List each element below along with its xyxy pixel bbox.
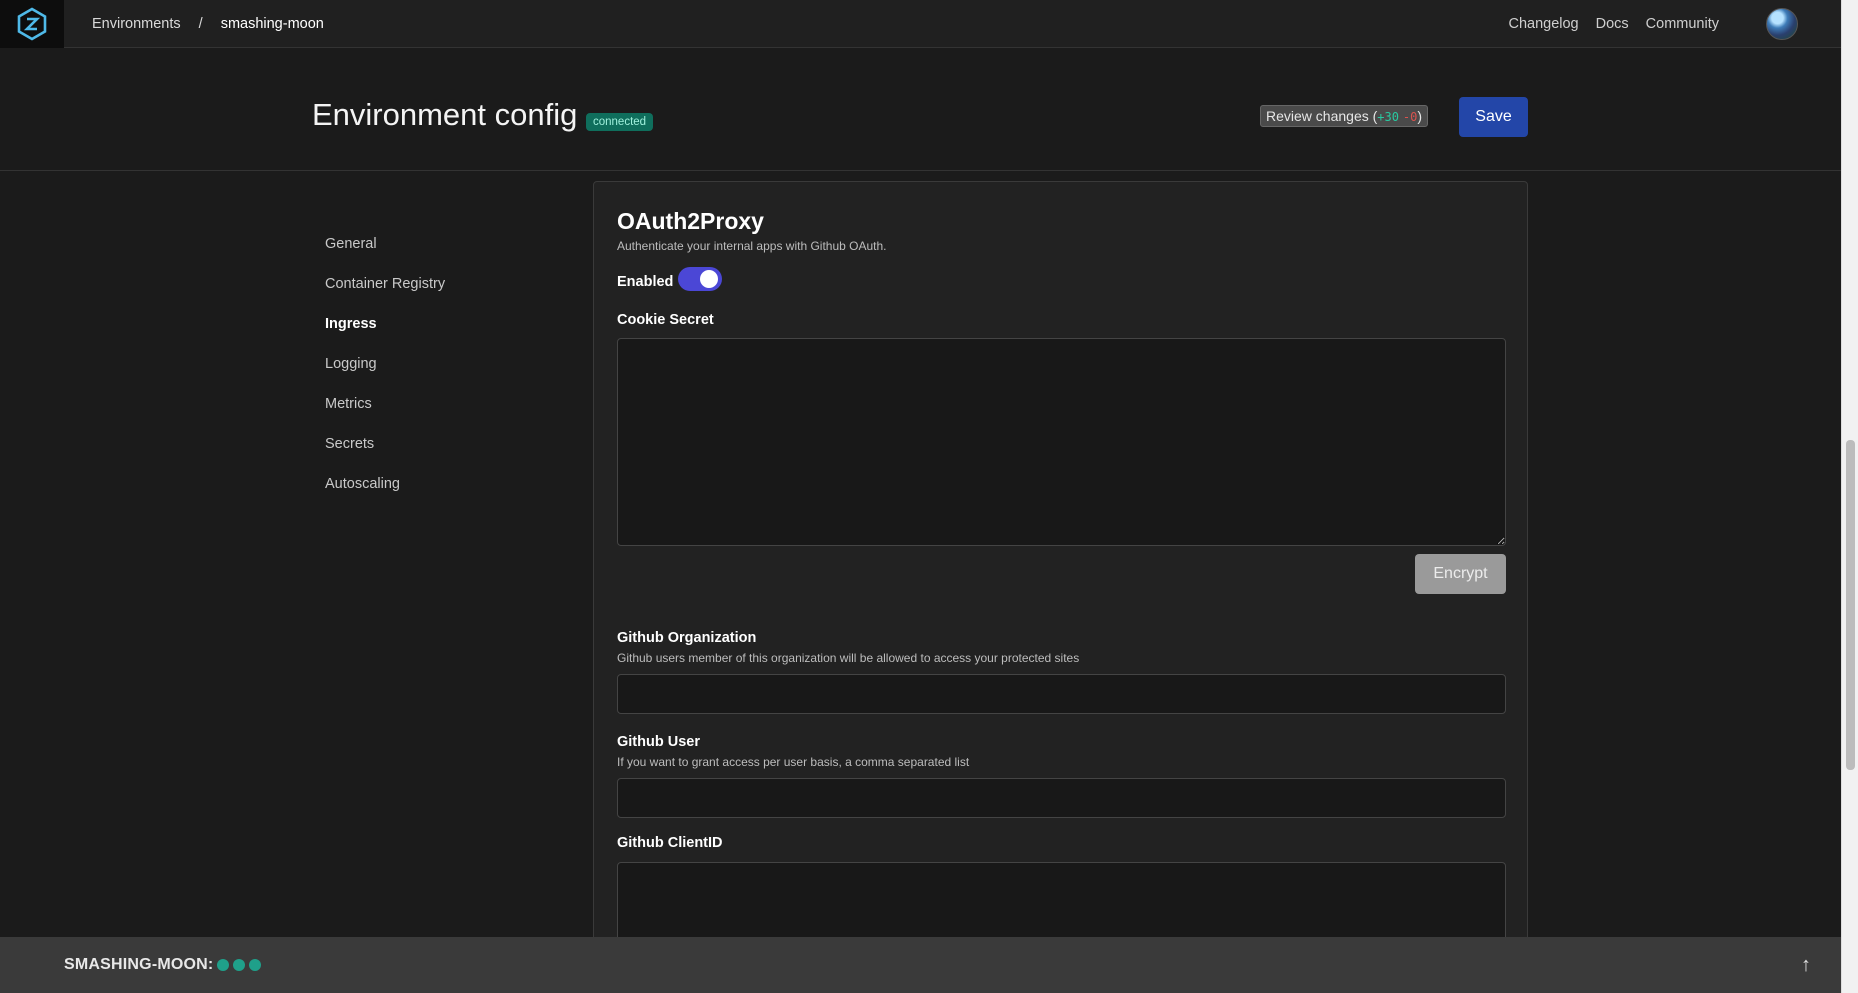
- docs-link[interactable]: Docs: [1596, 16, 1629, 32]
- cookie-secret-label: Cookie Secret: [617, 312, 714, 328]
- page-scrollbar[interactable]: [1841, 0, 1858, 993]
- card-title: OAuth2Proxy: [617, 208, 764, 234]
- enabled-label: Enabled: [617, 274, 674, 290]
- github-organization-hint: Github users member of this organization…: [617, 651, 1080, 665]
- encrypt-button[interactable]: Encrypt: [1415, 554, 1506, 594]
- status-dot: [249, 959, 262, 971]
- enabled-toggle[interactable]: [678, 267, 722, 291]
- review-changes-label: Review changes (: [1266, 108, 1378, 124]
- github-clientid-label: Github ClientID: [617, 835, 723, 851]
- config-sidebar: General Container Registry Ingress Loggi…: [325, 230, 445, 510]
- breadcrumb-current-environment[interactable]: smashing-moon: [221, 16, 324, 32]
- removed-count: -0: [1402, 110, 1418, 124]
- save-button[interactable]: Save: [1459, 97, 1528, 137]
- status-dots: [217, 959, 265, 971]
- top-nav: Environments / smashing-moon Changelog D…: [0, 0, 1841, 48]
- status-dot: [217, 959, 230, 971]
- card-description: Authenticate your internal apps with Git…: [617, 239, 887, 253]
- breadcrumb: Environments / smashing-moon: [92, 16, 324, 32]
- sidebar-item-secrets[interactable]: Secrets: [325, 430, 445, 470]
- page-header: Environment config connected Review chan…: [0, 49, 1841, 171]
- status-dot: [233, 959, 246, 971]
- github-user-label: Github User: [617, 734, 700, 750]
- review-changes-button[interactable]: Review changes (+30 -0): [1260, 105, 1428, 127]
- cookie-secret-textarea[interactable]: [617, 338, 1506, 546]
- environment-name-label: SMASHING-MOON:: [64, 956, 214, 973]
- toggle-knob: [700, 270, 718, 288]
- github-user-hint: If you want to grant access per user bas…: [617, 755, 970, 769]
- sidebar-item-ingress[interactable]: Ingress: [325, 310, 445, 350]
- community-link[interactable]: Community: [1646, 16, 1719, 32]
- sidebar-item-container-registry[interactable]: Container Registry: [325, 270, 445, 310]
- github-organization-label: Github Organization: [617, 630, 757, 646]
- user-avatar[interactable]: [1766, 7, 1798, 40]
- breadcrumb-environments[interactable]: Environments: [92, 16, 181, 32]
- added-count: +30: [1377, 110, 1399, 124]
- github-user-input[interactable]: [617, 778, 1506, 818]
- breadcrumb-separator: /: [198, 15, 203, 32]
- nav-links: Changelog Docs Community: [1491, 7, 1841, 40]
- sidebar-item-autoscaling[interactable]: Autoscaling: [325, 470, 445, 510]
- changelog-link[interactable]: Changelog: [1508, 16, 1578, 32]
- sidebar-item-logging[interactable]: Logging: [325, 350, 445, 390]
- review-changes-close: ): [1417, 108, 1422, 124]
- sidebar-item-general[interactable]: General: [325, 230, 445, 270]
- app-logo[interactable]: [0, 0, 64, 48]
- connection-status-badge: connected: [586, 113, 654, 131]
- page-title: Environment config: [312, 97, 578, 132]
- sidebar-item-metrics[interactable]: Metrics: [325, 390, 445, 430]
- app-logo-icon: [17, 6, 47, 41]
- environment-status-bar: SMASHING-MOON: ↑: [0, 937, 1841, 993]
- github-clientid-textarea[interactable]: [617, 862, 1506, 940]
- oauth2proxy-card: OAuth2Proxy Authenticate your internal a…: [593, 181, 1528, 941]
- arrow-up-icon[interactable]: ↑: [1801, 954, 1811, 977]
- scrollbar-thumb[interactable]: [1846, 440, 1855, 770]
- github-organization-input[interactable]: [617, 674, 1506, 714]
